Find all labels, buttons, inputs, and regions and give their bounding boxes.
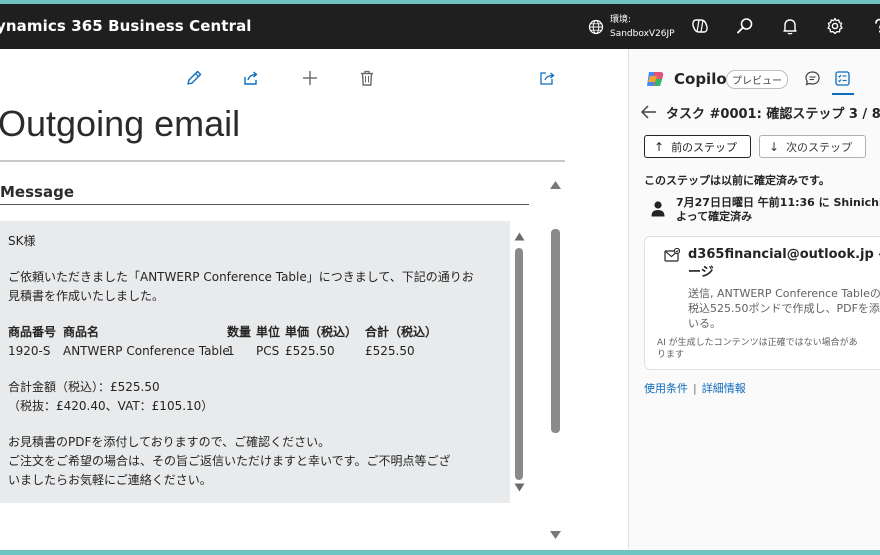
details-link[interactable]: 詳細情報 bbox=[702, 382, 746, 395]
open-in-new-window-icon[interactable] bbox=[538, 69, 556, 87]
tasks-icon[interactable] bbox=[834, 70, 851, 87]
arrow-down-icon: ↓ bbox=[769, 139, 780, 154]
copilot-pane: Copilot プレビュー タスク #0001: 確認ステップ 3 / 8 ↑ … bbox=[629, 49, 880, 549]
message-body-field[interactable]: SK様 ご依頼いただきました「ANTWERP Conference Table」… bbox=[0, 221, 510, 503]
quote-table: 商品番号 商品名 数量 単位 単価（税込） 合計（税込） 1920-S ANTW… bbox=[8, 323, 503, 361]
table-header: 単位 bbox=[256, 325, 281, 339]
copilot-app-icon[interactable] bbox=[690, 16, 710, 36]
confirmed-status-text: このステップは以前に確定済みです。 bbox=[644, 174, 830, 187]
title-divider bbox=[0, 160, 565, 162]
search-icon[interactable] bbox=[735, 16, 755, 36]
table-header: 単価（税込） bbox=[285, 325, 358, 339]
app-bar: ynamics 365 Business Central 環境: Sandbox… bbox=[0, 4, 880, 49]
table-header: 商品名 bbox=[63, 325, 100, 339]
ai-disclaimer-line1: AI が生成したコンテンツは正確ではない場合があ bbox=[657, 338, 858, 348]
inner-scroll-up-arrow[interactable] bbox=[514, 232, 525, 241]
ai-disclaimer: AI が生成したコンテンツは正確ではない場合があ ります bbox=[657, 337, 858, 361]
confirmed-by-line2: よって確定済み bbox=[676, 210, 753, 223]
active-tab-indicator bbox=[832, 93, 854, 95]
table-cell: PCS bbox=[256, 344, 280, 358]
inner-scrollbar-thumb[interactable] bbox=[515, 248, 523, 480]
app-title[interactable]: ynamics 365 Business Central bbox=[0, 17, 252, 35]
inner-scroll-down-arrow[interactable] bbox=[514, 483, 525, 492]
next-step-button[interactable]: ↓ 次のステップ bbox=[759, 135, 866, 158]
message-intro-line1: ご依頼いただきました「ANTWERP Conference Table」につきま… bbox=[8, 270, 474, 284]
table-cell: 1 bbox=[227, 344, 235, 358]
bell-icon[interactable] bbox=[780, 16, 800, 36]
email-description: 送信, ANTWERP Conference Tableの見 税込525.50ポ… bbox=[688, 286, 880, 331]
section-title-message[interactable]: Message bbox=[0, 183, 74, 201]
email-subject: d365financial@outlook.jp へのメ ージ bbox=[688, 246, 880, 282]
email-description-line1: 送信, ANTWERP Conference Tableの見 bbox=[688, 287, 880, 300]
message-order-line1: ご注文をご希望の場合は、その旨ご返信いただけますと幸いです。ご不明点等ござ bbox=[8, 454, 451, 468]
back-arrow-icon[interactable] bbox=[640, 104, 658, 120]
message-total-line: 合計金額（税込）：£525.50 bbox=[8, 380, 160, 394]
table-cell: 1920-S bbox=[8, 344, 51, 358]
table-header: 数量 bbox=[227, 325, 252, 339]
environment-label: 環境: bbox=[610, 15, 632, 25]
table-header: 合計（税込） bbox=[365, 325, 438, 339]
copilot-title: Copilot bbox=[674, 70, 734, 88]
confirmed-by-text: 7月27日日曜日 午前11:36 に Shinichi Kaw よって確定済み bbox=[676, 196, 880, 224]
delete-trash-icon[interactable] bbox=[358, 69, 376, 87]
outer-scrollbar-thumb[interactable] bbox=[551, 229, 560, 433]
bottom-accent-stripe bbox=[0, 550, 880, 555]
outer-scroll-up-arrow[interactable] bbox=[549, 180, 562, 190]
footer-links: 使用条件 | 詳細情報 bbox=[644, 380, 746, 396]
help-icon[interactable] bbox=[870, 16, 880, 36]
terms-link[interactable]: 使用条件 bbox=[644, 382, 688, 395]
ai-disclaimer-line2: ります bbox=[657, 350, 685, 360]
mail-send-icon bbox=[664, 248, 680, 262]
message-attach-line: お見積書のPDFを添付しておりますので、ご確認ください。 bbox=[8, 435, 331, 449]
new-plus-icon[interactable] bbox=[301, 69, 319, 87]
share-icon[interactable] bbox=[242, 69, 260, 87]
email-summary-card[interactable]: d365financial@outlook.jp へのメ ージ 送信, ANTW… bbox=[644, 236, 880, 370]
task-title: タスク #0001: 確認ステップ 3 / 8 bbox=[666, 107, 880, 122]
page-title: Outgoing email bbox=[0, 103, 241, 144]
email-description-line3: いる。 bbox=[688, 317, 721, 330]
link-separator: | bbox=[693, 382, 697, 395]
message-tax-line: （税抜：£420.40、VAT：£105.10） bbox=[8, 399, 214, 413]
section-divider bbox=[0, 204, 529, 205]
email-subject-line1: d365financial@outlook.jp へのメ bbox=[688, 247, 880, 262]
gear-icon[interactable] bbox=[825, 16, 845, 36]
message-greeting: SK様 bbox=[8, 234, 36, 248]
edit-pencil-icon[interactable] bbox=[185, 69, 203, 87]
message-order-line2: いましたらお気軽にご連絡ください。 bbox=[8, 473, 212, 487]
environment-indicator[interactable]: 環境: SandboxV26JP bbox=[588, 13, 675, 41]
previous-step-button[interactable]: ↑ 前のステップ bbox=[644, 135, 751, 158]
globe-icon bbox=[588, 19, 604, 35]
copilot-logo-icon bbox=[647, 72, 664, 86]
table-header: 商品番号 bbox=[8, 325, 57, 339]
table-cell: £525.50 bbox=[365, 344, 415, 358]
arrow-up-icon: ↑ bbox=[654, 139, 665, 154]
table-cell: ANTWERP Conference Table bbox=[63, 344, 230, 358]
message-intro-line2: 見積書を作成いたしました。 bbox=[8, 289, 165, 303]
preview-badge: プレビュー bbox=[726, 70, 788, 89]
email-description-line2: 税込525.50ポンドで作成し、PDFを添付 bbox=[688, 302, 880, 315]
main-content-area: Outgoing email Message SK様 ご依頼いただきました「AN… bbox=[0, 49, 628, 549]
person-icon bbox=[651, 201, 665, 217]
environment-name: SandboxV26JP bbox=[610, 29, 675, 39]
confirmed-by-line1: 7月27日日曜日 午前11:36 に Shinichi Kaw bbox=[676, 196, 880, 209]
previous-step-label: 前のステップ bbox=[671, 140, 738, 154]
next-step-label: 次のステップ bbox=[786, 140, 853, 154]
chat-icon[interactable] bbox=[804, 70, 821, 87]
table-cell: £525.50 bbox=[285, 344, 335, 358]
email-subject-line2: ージ bbox=[688, 265, 714, 280]
outer-scroll-down-arrow[interactable] bbox=[549, 530, 562, 540]
